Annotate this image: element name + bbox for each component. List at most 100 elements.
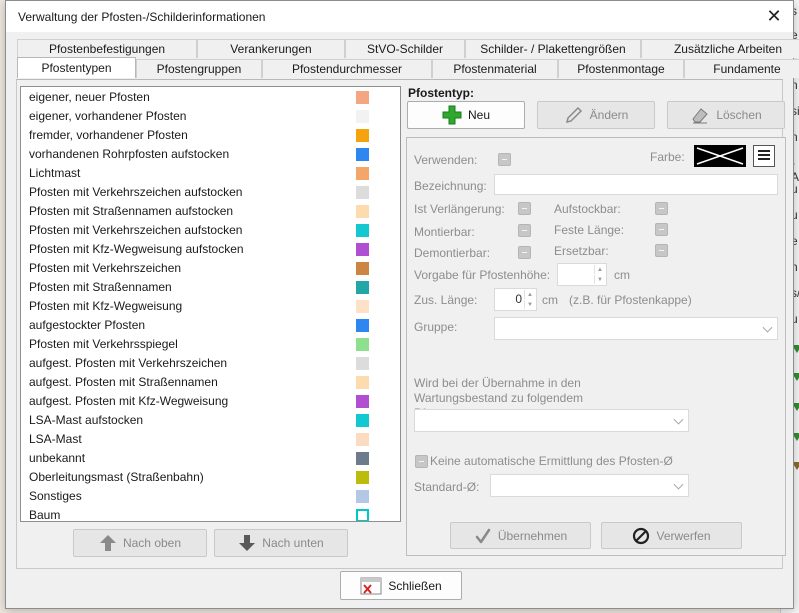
color-picker-button[interactable] [753, 145, 775, 167]
list-item-label: LSA-Mast [29, 432, 82, 446]
list-item-label: Lichtmast [29, 166, 81, 180]
discard-button[interactable]: Verwerfen [601, 522, 742, 549]
list-item[interactable]: LSA-Mast aufstocken [21, 411, 400, 430]
color-swatch [356, 376, 369, 389]
list-item[interactable]: Pfosten mit Straßennamen aufstocken [21, 202, 400, 221]
extra-length-unit: cm [542, 293, 558, 307]
list-item[interactable]: aufgestockter Pfosten [21, 316, 400, 335]
list-item[interactable]: Pfosten mit Verkehrszeichen aufstocken [21, 183, 400, 202]
list-item[interactable]: Pfosten mit Straßennamen [21, 278, 400, 297]
list-item[interactable]: Pfosten mit Verkehrszeichen [21, 259, 400, 278]
color-swatch [356, 509, 369, 521]
list-item[interactable]: Pfosten mit Verkehrsspiegel [21, 335, 400, 354]
list-item-label: aufgest. Pfosten mit Kfz-Wegweisung [29, 394, 229, 408]
pencil-icon [565, 106, 582, 124]
group-select[interactable] [494, 317, 778, 340]
list-item[interactable]: Baum [21, 506, 400, 521]
list-item[interactable]: Sonstiges [21, 487, 400, 506]
delete-button[interactable]: Löschen [667, 101, 785, 129]
list-item[interactable]: Pfosten mit Verkehrszeichen aufstocken [21, 221, 400, 240]
tab-pfostenmaterial[interactable]: Pfostenmaterial [432, 59, 558, 78]
name-field[interactable] [494, 174, 778, 195]
close-button[interactable]: Schließen [340, 571, 462, 600]
list-icon [758, 150, 770, 160]
list-item[interactable]: Pfosten mit Kfz-Wegweisung aufstocken [21, 240, 400, 259]
extra-length-stepper[interactable]: 0 ▲ ▼ [494, 288, 537, 311]
tab-pfostengruppen[interactable]: Pfostengruppen [136, 59, 262, 78]
list-item-label: Pfosten mit Kfz-Wegweisung [29, 299, 183, 313]
fixed-length-checkbox[interactable] [655, 223, 668, 236]
maintenance-type-select[interactable] [414, 409, 689, 432]
move-up-button[interactable]: Nach oben [73, 529, 207, 557]
tab-verankerungen[interactable]: Verankerungen [197, 39, 345, 58]
stepper-down-icon[interactable]: ▼ [524, 300, 535, 309]
use-label: Verwenden: [414, 153, 478, 167]
standard-diameter-label: Standard-Ø: [414, 480, 480, 494]
list-item[interactable]: LSA-Mast [21, 430, 400, 449]
list-item[interactable]: aufgest. Pfosten mit Verkehrszeichen [21, 354, 400, 373]
color-label: Farbe: [650, 150, 685, 164]
standard-diameter-select[interactable] [490, 474, 689, 497]
color-preview[interactable] [694, 145, 746, 167]
stepper-down-icon[interactable]: ▼ [594, 275, 605, 284]
list-item[interactable]: Oberleitungsmast (Straßenbahn) [21, 468, 400, 487]
dismountable-checkbox[interactable] [518, 246, 531, 259]
list-item[interactable]: Lichtmast [21, 164, 400, 183]
close-button-label: Schließen [388, 578, 442, 593]
close-icon[interactable]: ✕ [755, 1, 793, 32]
color-swatch [356, 262, 369, 275]
color-swatch [356, 224, 369, 237]
is-extension-checkbox[interactable] [518, 202, 531, 215]
new-button[interactable]: Neu [407, 101, 525, 129]
stackable-checkbox[interactable] [655, 202, 668, 215]
tab-zus-tzliche-arbeiten[interactable]: Zusätzliche Arbeiten [641, 39, 799, 58]
list-item-label: vorhandenen Rohrpfosten aufstocken [29, 147, 230, 161]
mountable-checkbox[interactable] [518, 224, 531, 237]
color-swatch [356, 110, 369, 123]
tab-stvo-schilder[interactable]: StVO-Schilder [345, 39, 465, 58]
color-swatch [356, 243, 369, 256]
tab-fundamente[interactable]: Fundamente [684, 59, 799, 78]
height-default-stepper[interactable]: ▲ ▼ [557, 263, 607, 286]
chevron-down-icon [762, 322, 773, 333]
list-item-label: Sonstiges [29, 489, 82, 503]
list-item[interactable]: Pfosten mit Kfz-Wegweisung [21, 297, 400, 316]
tab-pfostentypen[interactable]: Pfostentypen [17, 57, 136, 78]
tab-pfostenmontage[interactable]: Pfostenmontage [558, 59, 684, 78]
tab-row-front: Pfostentypen Pfostengruppen Pfostendurchme… [17, 57, 799, 78]
list-item-label: aufgest. Pfosten mit Verkehrszeichen [29, 356, 228, 370]
stepper-up-icon[interactable]: ▲ [594, 265, 605, 274]
edit-label: Ändern [589, 108, 629, 122]
apply-button[interactable]: Übernehmen [450, 522, 591, 549]
edit-button[interactable]: Ändern [537, 101, 655, 129]
no-auto-diameter-label: Keine automatische Ermittlung des Pfoste… [430, 454, 673, 468]
color-swatch [356, 471, 369, 484]
list-item-label: Oberleitungsmast (Straßenbahn) [29, 470, 204, 484]
post-sign-info-dialog: Verwaltung der Pfosten-/Schilderinformat… [5, 0, 799, 609]
list-item[interactable]: eigener, vorhandener Pfosten [21, 107, 400, 126]
list-item-label: Pfosten mit Verkehrszeichen [29, 261, 182, 275]
list-item[interactable]: unbekannt [21, 449, 400, 468]
replaceable-checkbox[interactable] [655, 244, 668, 257]
tab-pfostendurchmesser[interactable]: Pfostendurchmesser [262, 59, 432, 78]
chevron-down-icon [673, 414, 684, 425]
new-label: Neu [467, 108, 490, 122]
list-item[interactable]: fremder, vorhandener Pfosten [21, 126, 400, 145]
list-item[interactable]: vorhandenen Rohrpfosten aufstocken [21, 145, 400, 164]
use-checkbox[interactable] [498, 153, 511, 166]
list-item[interactable]: aufgest. Pfosten mit Straßennamen [21, 373, 400, 392]
no-auto-diameter-checkbox[interactable] [415, 455, 428, 468]
post-type-list[interactable]: eigener, neuer Pfosten eigener, vorhanden… [20, 86, 401, 522]
prohibited-icon [633, 527, 650, 544]
move-down-button[interactable]: Nach unten [214, 529, 348, 557]
tab-pfostenbefestigungen[interactable]: Pfostenbefestigungen [17, 39, 197, 58]
color-swatch [356, 433, 369, 446]
list-item[interactable]: aufgest. Pfosten mit Kfz-Wegweisung [21, 392, 400, 411]
color-swatch [356, 490, 369, 503]
fixed-length-label: Feste Länge: [554, 223, 625, 237]
stepper-up-icon[interactable]: ▲ [524, 290, 535, 299]
list-item-label: Pfosten mit Verkehrszeichen aufstocken [29, 223, 243, 237]
tab-schilder-plakettengr-en[interactable]: Schilder- / Plakettengrößen [465, 39, 641, 58]
list-item[interactable]: eigener, neuer Pfosten [21, 88, 400, 107]
list-item-label: unbekannt [29, 451, 86, 465]
